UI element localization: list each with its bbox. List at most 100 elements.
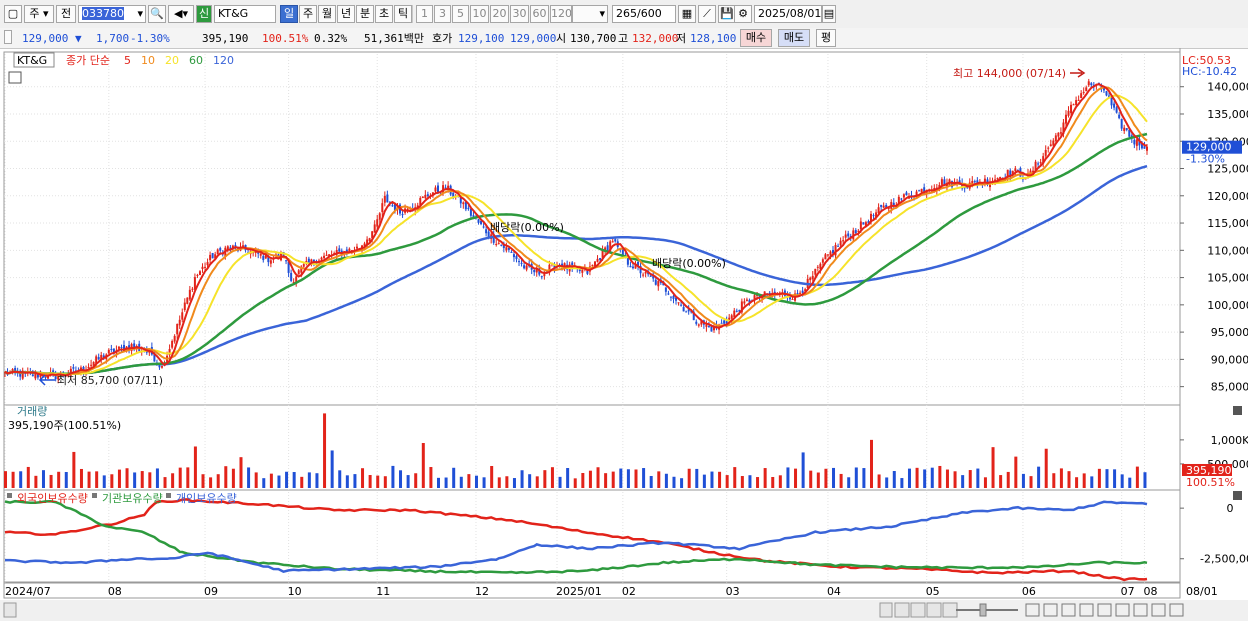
window-icon[interactable]: ▢ (4, 5, 22, 23)
volume-bar (133, 472, 137, 488)
volume-bar (87, 471, 91, 488)
candle-body (355, 246, 358, 249)
volume-bar (680, 478, 684, 488)
candle-body (837, 245, 840, 247)
period-tab-6[interactable]: 틱 (394, 5, 412, 23)
pin-icon[interactable] (4, 30, 12, 44)
volume-bar (566, 468, 570, 488)
volume-bar (41, 470, 45, 488)
candle-body (520, 262, 523, 264)
period-tab-4[interactable]: 분 (356, 5, 374, 23)
gear-icon[interactable]: ⚙ (734, 5, 752, 23)
volume-bar (588, 470, 592, 488)
calendar-icon[interactable]: ▤ (822, 5, 836, 23)
volume-bar (1029, 476, 1033, 488)
volume-bar (163, 477, 167, 488)
candle-body (482, 226, 485, 228)
minute-tab-20[interactable]: 20 (490, 5, 509, 23)
candle-body (839, 240, 842, 246)
candle-body (705, 324, 708, 327)
speaker-icon[interactable]: ◀▾ (168, 5, 194, 23)
volume-bar (171, 473, 175, 488)
period-tab-0[interactable]: 일 (280, 5, 298, 23)
volume-bar (11, 471, 15, 488)
holdings-legend-swatch (92, 493, 97, 498)
candle-body (1070, 104, 1073, 114)
overlay-icon[interactable]: ▦ (678, 5, 696, 23)
candle-body (285, 260, 288, 262)
count-value: 265 (616, 7, 637, 20)
candle-body (685, 311, 688, 313)
candle-body (426, 194, 429, 197)
volume-bar (505, 476, 509, 488)
custom-interval-select[interactable]: ▾ (572, 5, 608, 23)
period-tab-2[interactable]: 월 (318, 5, 336, 23)
volume-bar (756, 477, 760, 488)
x-tick-label: 10 (288, 585, 302, 598)
minute-tab-1[interactable]: 1 (416, 5, 433, 23)
table-icon (8, 71, 22, 84)
volume-bar (907, 468, 911, 488)
minute-tab-120[interactable]: 120 (550, 5, 572, 23)
period-prefix-select[interactable]: 주 ▾ (24, 5, 54, 23)
volume-bar (1135, 466, 1139, 488)
x-tick-label: 09 (204, 585, 218, 598)
x-tick-label: 07 (1121, 585, 1135, 598)
volume-bar (391, 465, 395, 488)
scroll-right-icon (879, 602, 893, 618)
candle-body (191, 288, 194, 290)
prev-button[interactable]: 전 (56, 5, 76, 23)
name-field[interactable]: KT&G (214, 5, 276, 23)
volume-bar (1120, 474, 1124, 488)
volume-bar (991, 447, 995, 488)
minute-tab-60[interactable]: 60 (530, 5, 549, 23)
volume-bar (102, 475, 106, 488)
code-input[interactable]: 033780 ▾ (78, 5, 146, 23)
volume-bar (1006, 471, 1010, 488)
search-icon[interactable]: 🔍 (148, 5, 166, 23)
minute-tab-30[interactable]: 30 (510, 5, 529, 23)
eval-button[interactable]: 평 (816, 29, 836, 47)
period-tab-5[interactable]: 초 (375, 5, 393, 23)
candle-body (730, 315, 733, 319)
candle-body (323, 255, 326, 259)
volume-bar (626, 469, 630, 488)
volume-bar (4, 471, 7, 488)
hold-tick-label: 0 (1227, 502, 1234, 515)
draw-icon[interactable]: ⟋ (698, 5, 716, 23)
count-field[interactable]: 265/600 (612, 5, 676, 23)
candle-body (497, 242, 500, 244)
volume-bar (809, 470, 813, 488)
period-tab-1[interactable]: 주 (299, 5, 317, 23)
volume-bar (292, 472, 296, 488)
volume-bar (869, 439, 873, 488)
nav-button (942, 602, 958, 618)
volume-bar (201, 474, 205, 488)
volume-bar (247, 467, 251, 488)
holdings-legend-1: 기관보유수량 (102, 492, 163, 505)
volume-bar (604, 473, 608, 488)
open-label: 시 (556, 32, 567, 45)
date-field[interactable]: 2025/08/01 (754, 5, 822, 23)
candle-body (206, 262, 209, 266)
new-badge[interactable]: 신 (196, 5, 212, 23)
volume-bar (687, 468, 691, 488)
candle-body (160, 366, 163, 368)
volume-bar (1075, 477, 1079, 488)
minute-tab-10[interactable]: 10 (470, 5, 489, 23)
x-tick-label: 2025/01 (556, 585, 602, 598)
candle-body (462, 202, 465, 205)
buy-button[interactable]: 매수 (740, 29, 772, 47)
minute-tab-3[interactable]: 3 (434, 5, 451, 23)
candle-body (269, 260, 272, 264)
candle-body (826, 254, 829, 256)
candle-body (434, 187, 437, 192)
scroll-left-icon (3, 602, 17, 618)
volume-bar (581, 473, 585, 488)
period-tab-3[interactable]: 년 (337, 5, 355, 23)
minute-tab-5[interactable]: 5 (452, 5, 469, 23)
volume-bar (330, 450, 334, 488)
volume-bar (983, 477, 987, 488)
sell-button[interactable]: 매도 (778, 29, 810, 47)
candle-body (920, 188, 923, 192)
